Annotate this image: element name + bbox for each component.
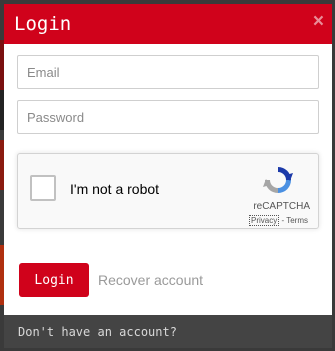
recaptcha-links: Privacy - Terms — [18, 215, 308, 226]
signup-prompt[interactable]: Don't have an account? — [18, 325, 177, 339]
recaptcha-brand: reCAPTCHA — [253, 201, 310, 212]
close-icon[interactable]: × — [313, 12, 324, 32]
recaptcha-checkbox[interactable] — [30, 175, 56, 201]
recaptcha-label: I'm not a robot — [70, 181, 160, 197]
modal-header: Login × — [4, 4, 332, 44]
links-separator: - — [281, 216, 285, 225]
recover-account-link[interactable]: Recover account — [98, 272, 203, 288]
password-field[interactable] — [17, 100, 319, 134]
recaptcha-logo-icon — [263, 167, 293, 193]
terms-link[interactable]: Terms — [286, 216, 308, 225]
email-field[interactable] — [17, 55, 319, 89]
privacy-link[interactable]: Privacy — [249, 215, 280, 226]
login-modal: Login × I'm not a robot reCAPTCHA Privac… — [4, 4, 332, 348]
login-button[interactable]: Login — [19, 263, 89, 297]
modal-title: Login — [14, 13, 72, 35]
recaptcha-widget: I'm not a robot reCAPTCHA Privacy - Term… — [17, 153, 319, 229]
modal-footer: Don't have an account? — [4, 315, 332, 348]
